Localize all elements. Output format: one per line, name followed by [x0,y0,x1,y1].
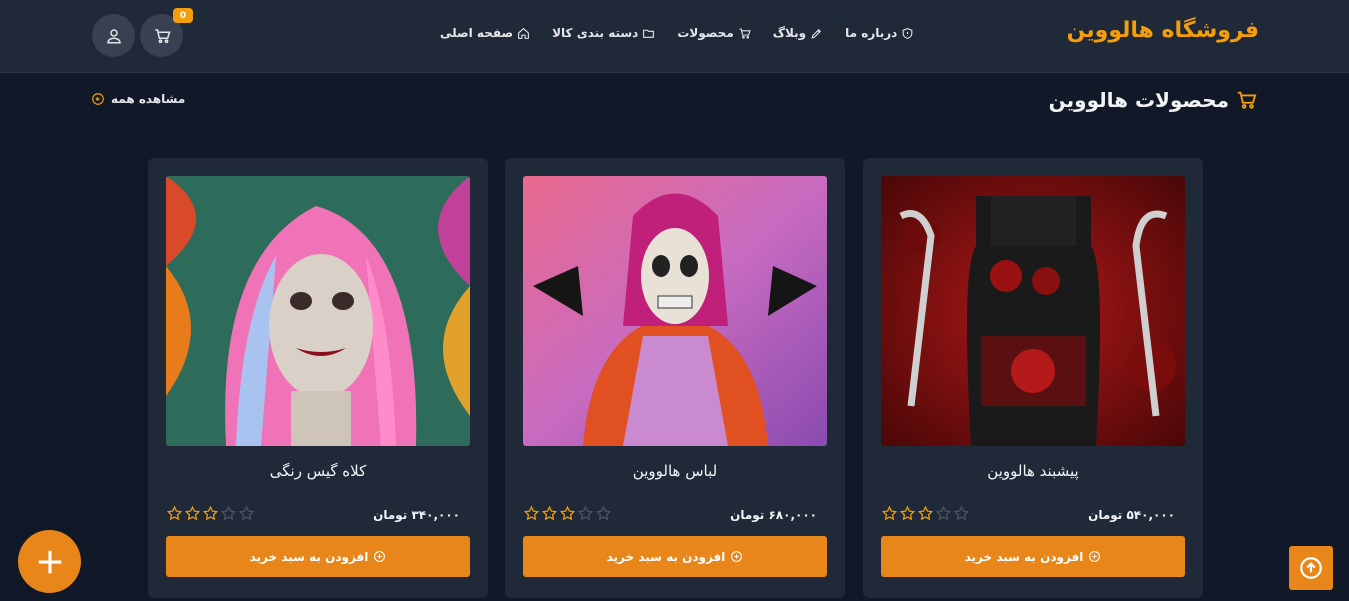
plus-circle-icon [731,551,743,562]
nav-item-label: درباره ما [845,26,898,40]
plus-circle-icon [1089,551,1101,562]
star-filled-icon [166,505,183,521]
add-to-cart-button[interactable]: افزودن به سبد خرید [523,536,827,577]
star-empty-icon [595,505,612,521]
section-title: محصولات هالووین [1049,88,1257,112]
plus-circle-icon [374,551,386,562]
add-to-cart-label: افزودن به سبد خرید [606,549,726,564]
section-title-text: محصولات هالووین [1048,88,1229,112]
cart-count-badge: 0 [173,8,193,23]
nav-item-label: محصولات [677,26,734,40]
nav-item-label: صفحه اصلی [440,26,514,40]
arrow-left-circle-icon [92,93,104,105]
star-filled-icon [541,505,558,521]
product-name[interactable]: کلاه گیس رنگی [148,462,488,480]
shield-icon [902,27,913,39]
main-nav: صفحه اصلی دسته بندی کالا محصولات وبلاگ د… [440,26,914,40]
user-icon [106,28,121,43]
rating-stars [523,505,612,522]
site-header: فروشگاه هالووین صفحه اصلی دسته بندی کالا… [0,0,1349,73]
nav-item-about[interactable]: درباره ما [845,26,914,40]
product-card[interactable]: کلاه گیس رنگی ۳۴۰,۰۰۰ تومان افزودن به سب… [148,158,488,598]
pen-icon [811,28,822,39]
arrow-up-circle-icon [1300,557,1322,579]
add-to-cart-button[interactable]: افزودن به سبد خرید [881,536,1185,577]
home-icon [518,27,530,39]
product-image-wig[interactable] [166,176,470,446]
floating-add-button[interactable] [18,530,81,593]
nav-item-home[interactable]: صفحه اصلی [440,26,530,40]
cart-icon [154,28,171,43]
product-image-apron[interactable] [881,176,1185,446]
user-account-button[interactable] [92,14,135,57]
nav-item-products[interactable]: محصولات [677,26,751,40]
nav-item-categories[interactable]: دسته بندی کالا [552,26,655,40]
product-price: ۳۴۰,۰۰۰ تومان [373,508,460,522]
plus-icon [38,550,61,573]
star-empty-icon [953,505,970,521]
nav-item-label: دسته بندی کالا [552,26,639,40]
star-empty-icon [935,505,952,521]
nav-item-label: وبلاگ [772,26,807,40]
star-filled-icon [523,505,540,521]
scroll-to-top-button[interactable] [1289,546,1333,590]
star-empty-icon [220,505,237,521]
cart-button[interactable]: 0 [140,8,193,57]
add-to-cart-button[interactable]: افزودن به سبد خرید [166,536,470,577]
cart-icon [739,28,751,39]
product-price: ۵۴۰,۰۰۰ تومان [1088,508,1175,522]
star-filled-icon [202,505,219,521]
star-filled-icon [917,505,934,521]
star-empty-icon [238,505,255,521]
view-all-label: مشاهده همه [111,92,186,106]
star-filled-icon [881,505,898,521]
rating-stars [166,505,255,522]
folder-icon [643,29,655,38]
product-card[interactable]: پیشبند هالووین ۵۴۰,۰۰۰ تومان افزودن به س… [863,158,1203,598]
star-empty-icon [577,505,594,521]
product-card[interactable]: لباس هالووین ۶۸۰,۰۰۰ تومان افزودن به سبد… [505,158,845,598]
add-to-cart-label: افزودن به سبد خرید [249,549,369,564]
product-image-costume[interactable] [523,176,827,446]
nav-item-blog[interactable]: وبلاگ [773,26,823,40]
add-to-cart-label: افزودن به سبد خرید [964,549,1084,564]
view-all-link[interactable]: مشاهده همه [91,92,185,106]
site-logo[interactable]: فروشگاه هالووین [1067,18,1259,43]
star-filled-icon [899,505,916,521]
star-filled-icon [184,505,201,521]
rating-stars [881,505,970,522]
star-filled-icon [559,505,576,521]
product-name[interactable]: پیشبند هالووین [863,462,1203,480]
product-name[interactable]: لباس هالووین [505,462,845,480]
cart-icon [1237,91,1257,109]
product-price: ۶۸۰,۰۰۰ تومان [730,508,817,522]
